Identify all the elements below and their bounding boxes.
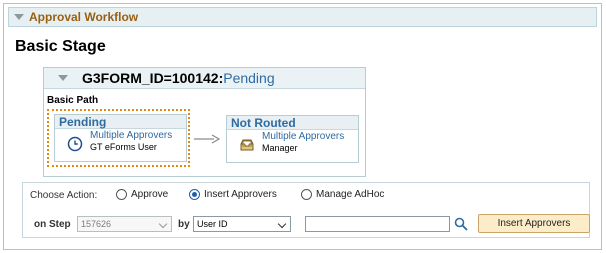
collapse-triangle-icon[interactable]	[14, 14, 24, 20]
step-select: 157626	[77, 216, 172, 232]
insert-approvers-button[interactable]: Insert Approvers	[478, 214, 590, 233]
form-status: Pending	[223, 70, 275, 86]
radio-circle[interactable]	[116, 189, 127, 200]
workflow-path-box: G3FORM_ID=100142: Pending Basic Path Pen…	[43, 67, 366, 177]
radio-approve[interactable]: Approve	[116, 189, 168, 200]
step-approvers-link[interactable]: Multiple Approvers	[262, 131, 344, 142]
path-header: G3FORM_ID=100142: Pending	[44, 68, 365, 89]
radio-manage-adhoc[interactable]: Manage AdHoc	[301, 189, 384, 200]
step-status: Pending	[55, 115, 186, 129]
collapse-path-icon[interactable]	[58, 75, 68, 81]
section-header[interactable]: Approval Workflow	[8, 7, 597, 27]
form-id: G3FORM_ID=100142:	[82, 70, 224, 86]
chevron-down-icon	[158, 219, 168, 229]
clock-icon	[67, 136, 83, 152]
radio-circle-selected[interactable]	[189, 189, 200, 200]
choose-action-label: Choose Action:	[30, 190, 98, 201]
section-title: Approval Workflow	[29, 10, 139, 24]
search-icon[interactable]	[454, 217, 468, 231]
by-label: by	[178, 219, 190, 230]
step-card-not-routed: Not Routed Multiple Approvers Manager	[226, 115, 359, 163]
step-approvers-link[interactable]: Multiple Approvers	[90, 130, 172, 141]
step-role: Manager	[262, 143, 298, 153]
by-text: by	[178, 219, 190, 230]
path-label: Basic Path	[47, 95, 99, 106]
on-step-label: on Step	[34, 219, 71, 230]
chevron-down-icon	[277, 219, 287, 229]
step-card-pending: Pending Multiple Approvers GT eForms Use…	[54, 114, 187, 162]
by-select[interactable]: User ID	[193, 216, 291, 232]
approval-workflow-panel: Approval Workflow Basic Stage G3FORM_ID=…	[3, 3, 602, 250]
on-step-text: on Step	[34, 219, 71, 230]
radio-insert-approvers[interactable]: Insert Approvers	[189, 189, 277, 200]
inbox-icon	[240, 139, 254, 151]
stage-title: Basic Stage	[15, 38, 106, 55]
action-box: Choose Action: Approve Insert Approvers …	[22, 182, 590, 238]
arrow-right-icon	[194, 134, 220, 144]
step-select-value: 157626	[81, 219, 112, 229]
by-select-value: User ID	[197, 219, 228, 229]
step-role: GT eForms User	[90, 142, 157, 152]
radio-label: Manage AdHoc	[316, 189, 385, 200]
radio-label: Approve	[131, 189, 169, 200]
radio-label: Insert Approvers	[204, 189, 277, 200]
radio-circle[interactable]	[301, 189, 312, 200]
approver-search-input[interactable]	[305, 216, 450, 232]
step-status: Not Routed	[227, 116, 358, 130]
